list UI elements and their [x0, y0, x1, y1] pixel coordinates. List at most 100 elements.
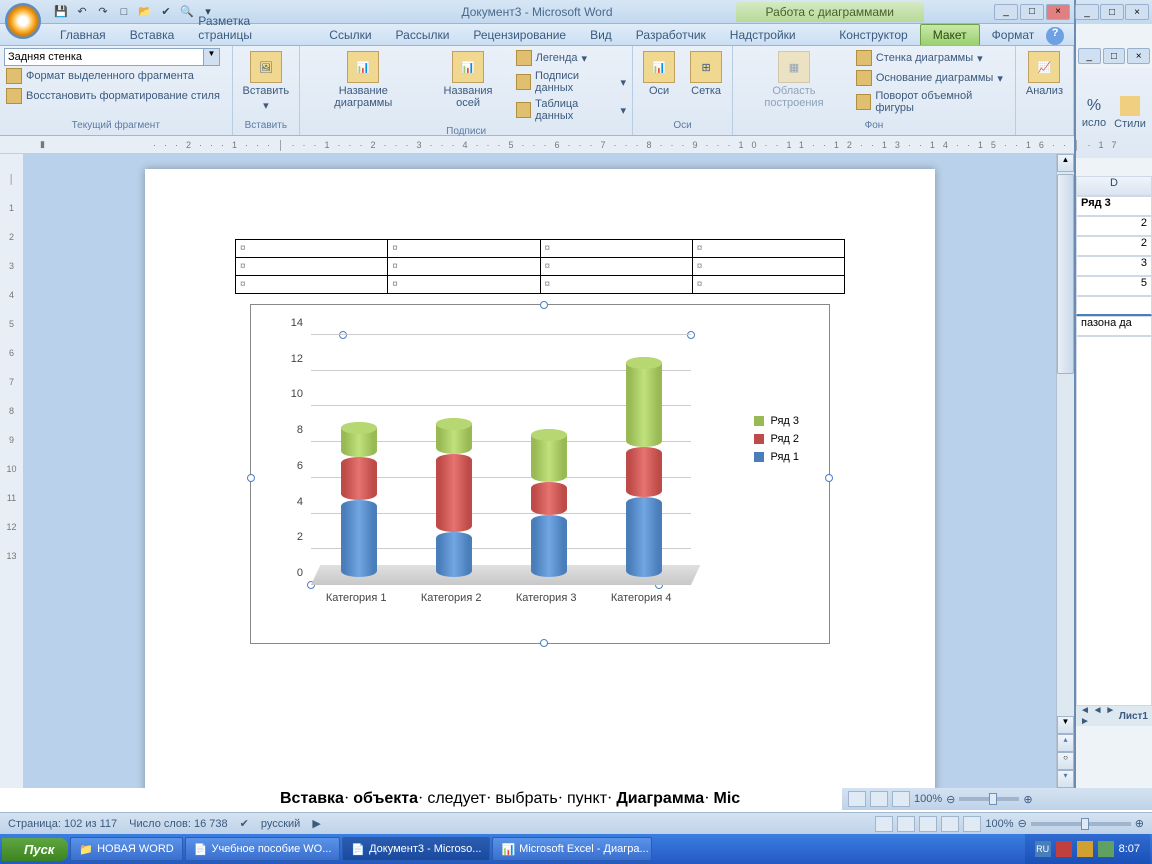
excel-col-header[interactable]: D: [1076, 176, 1152, 196]
minimize-button[interactable]: _: [994, 4, 1018, 20]
redo-icon[interactable]: ↷: [94, 3, 112, 21]
tab-review[interactable]: Рецензирование: [461, 25, 578, 45]
outer-zoom-slider[interactable]: [1031, 822, 1131, 826]
browse-next-button[interactable]: ▾: [1057, 770, 1074, 788]
document-area[interactable]: ¤¤¤¤ ¤¤¤¤ ¤¤¤¤ 02468101214Категория 1Кат…: [24, 154, 1056, 788]
taskbar-folder[interactable]: 📁 НОВАЯ WORD: [70, 837, 182, 861]
vertical-ruler[interactable]: │12345678910111213: [0, 154, 24, 788]
browse-object-button[interactable]: ○: [1057, 752, 1074, 770]
excel-close-btn[interactable]: ×: [1125, 4, 1149, 20]
tab-chart-design[interactable]: Конструктор: [827, 25, 919, 45]
taskbar-doc1[interactable]: 📄 Учебное пособие WO...: [185, 837, 341, 861]
tab-developer[interactable]: Разработчик: [624, 25, 718, 45]
axis-titles-button[interactable]: 📊Названия осей: [425, 48, 510, 112]
excel-cell[interactable]: 3: [1076, 256, 1152, 276]
analysis-button[interactable]: 📈Анализ: [1020, 48, 1069, 100]
browse-prev-button[interactable]: ▴: [1057, 734, 1074, 752]
format-selection-button[interactable]: Формат выделенного фрагмента: [4, 66, 228, 86]
scroll-down-button[interactable]: ▼: [1057, 716, 1074, 734]
outer-view-5[interactable]: [963, 816, 981, 832]
chart-element-selector[interactable]: [4, 48, 204, 66]
chart-title-button[interactable]: 📊Название диаграммы: [304, 48, 422, 112]
outer-zoom-out[interactable]: ⊖: [1018, 817, 1027, 830]
data-table-button[interactable]: Таблица данных ▾: [514, 96, 628, 124]
word-table[interactable]: ¤¤¤¤ ¤¤¤¤ ¤¤¤¤: [235, 239, 845, 294]
outer-zoom-level[interactable]: 100%: [985, 818, 1013, 830]
chart-tools-context: Работа с диаграммами: [736, 2, 925, 22]
tab-view[interactable]: Вид: [578, 25, 624, 45]
excel-window-fragment: _ □ × _ □ × %исло Стили D Ряд 3 2 2 3 5 …: [1074, 0, 1152, 810]
excel-min-btn[interactable]: _: [1075, 4, 1099, 20]
excel-doc-close[interactable]: ×: [1127, 48, 1150, 64]
tab-addins[interactable]: Надстройки: [718, 25, 808, 45]
horizontal-ruler[interactable]: ▮ ···2···1···│···1···2···3···4···5···6··…: [0, 136, 1074, 154]
outer-view-3[interactable]: [919, 816, 937, 832]
outer-view-1[interactable]: [875, 816, 893, 832]
gridlines-button[interactable]: ⊞Сетка: [684, 48, 728, 100]
tray-clock[interactable]: 8:07: [1119, 843, 1140, 855]
excel-view-layout[interactable]: [870, 791, 888, 807]
chart-floor-button[interactable]: Основание диаграммы ▾: [854, 68, 1011, 88]
chart-wall-button[interactable]: Стенка диаграммы ▾: [854, 48, 1011, 68]
new-icon[interactable]: □: [115, 3, 133, 21]
excel-view-break[interactable]: [892, 791, 910, 807]
plot-handle[interactable]: [687, 331, 695, 339]
outer-status-proof[interactable]: ✔: [240, 817, 249, 830]
plot-area[interactable]: 02468101214Категория 1Категория 2Категор…: [311, 335, 691, 585]
tray-icon[interactable]: [1098, 841, 1114, 857]
insert-button[interactable]: 🖼Вставить▾: [237, 48, 296, 115]
tab-chart-format[interactable]: Формат: [980, 25, 1047, 45]
outer-view-2[interactable]: [897, 816, 915, 832]
taskbar-doc-active[interactable]: 📄 Документ3 - Microso...: [342, 837, 490, 861]
legend-button[interactable]: Легенда ▾: [514, 48, 628, 68]
undo-icon[interactable]: ↶: [73, 3, 91, 21]
start-button[interactable]: Пуск: [2, 838, 68, 861]
tab-pagelayout[interactable]: Разметка страницы: [186, 11, 317, 45]
help-icon[interactable]: ?: [1046, 27, 1064, 45]
excel-cell[interactable]: 2: [1076, 236, 1152, 256]
tab-references[interactable]: Ссылки: [317, 25, 383, 45]
outer-status-macro[interactable]: ▶: [312, 817, 320, 830]
chart-legend[interactable]: Ряд 3Ряд 2Ряд 1: [754, 415, 799, 469]
reset-style-button[interactable]: Восстановить форматирование стиля: [4, 86, 228, 106]
chart-element-dropdown[interactable]: ▼: [204, 48, 220, 66]
excel-series-header[interactable]: Ряд 3: [1076, 196, 1152, 216]
taskbar-excel[interactable]: 📊 Microsoft Excel - Диагра...: [492, 837, 652, 861]
excel-sheet-tab[interactable]: Лист1: [1119, 711, 1148, 722]
outer-status-lang[interactable]: русский: [261, 818, 300, 830]
excel-max-btn[interactable]: □: [1100, 4, 1124, 20]
rotation-button[interactable]: Поворот объемной фигуры: [854, 88, 1011, 116]
scroll-thumb[interactable]: [1057, 174, 1074, 374]
vertical-scrollbar[interactable]: ▲ ▼ ▴ ○ ▾: [1056, 154, 1074, 788]
excel-cell[interactable]: 5: [1076, 276, 1152, 296]
office-button[interactable]: [5, 3, 41, 39]
tab-home[interactable]: Главная: [48, 25, 118, 45]
save-icon[interactable]: 💾: [52, 3, 70, 21]
excel-cell[interactable]: 2: [1076, 216, 1152, 236]
chart-object[interactable]: 02468101214Категория 1Категория 2Категор…: [250, 304, 830, 644]
outer-zoom-in[interactable]: ⊕: [1135, 817, 1144, 830]
excel-doc-min[interactable]: _: [1078, 48, 1101, 64]
system-tray[interactable]: RU 8:07: [1025, 834, 1150, 864]
ribbon: ▼ Формат выделенного фрагмента Восстанов…: [0, 46, 1074, 136]
tab-chart-layout[interactable]: Макет: [920, 24, 980, 45]
maximize-button[interactable]: □: [1020, 4, 1044, 20]
outer-status-page[interactable]: Страница: 102 из 117: [8, 818, 117, 830]
plot-handle[interactable]: [339, 331, 347, 339]
tab-insert[interactable]: Вставка: [118, 25, 187, 45]
excel-doc-max[interactable]: □: [1103, 48, 1126, 64]
tray-icon[interactable]: [1077, 841, 1093, 857]
open-icon[interactable]: 📂: [136, 3, 154, 21]
outer-view-4[interactable]: [941, 816, 959, 832]
excel-view-normal[interactable]: [848, 791, 866, 807]
tab-mailings[interactable]: Рассылки: [384, 25, 462, 45]
axes-button[interactable]: 📊Оси: [637, 48, 681, 100]
tray-lang-icon[interactable]: RU: [1035, 841, 1051, 857]
spelling-icon[interactable]: ✔: [157, 3, 175, 21]
outer-status-words[interactable]: Число слов: 16 738: [129, 818, 227, 830]
tray-icon[interactable]: [1056, 841, 1072, 857]
scroll-up-button[interactable]: ▲: [1057, 154, 1074, 172]
data-labels-button[interactable]: Подписи данных ▾: [514, 68, 628, 96]
close-button[interactable]: ×: [1046, 4, 1070, 20]
outer-word-statusbar: Страница: 102 из 117 Число слов: 16 738 …: [0, 812, 1152, 834]
